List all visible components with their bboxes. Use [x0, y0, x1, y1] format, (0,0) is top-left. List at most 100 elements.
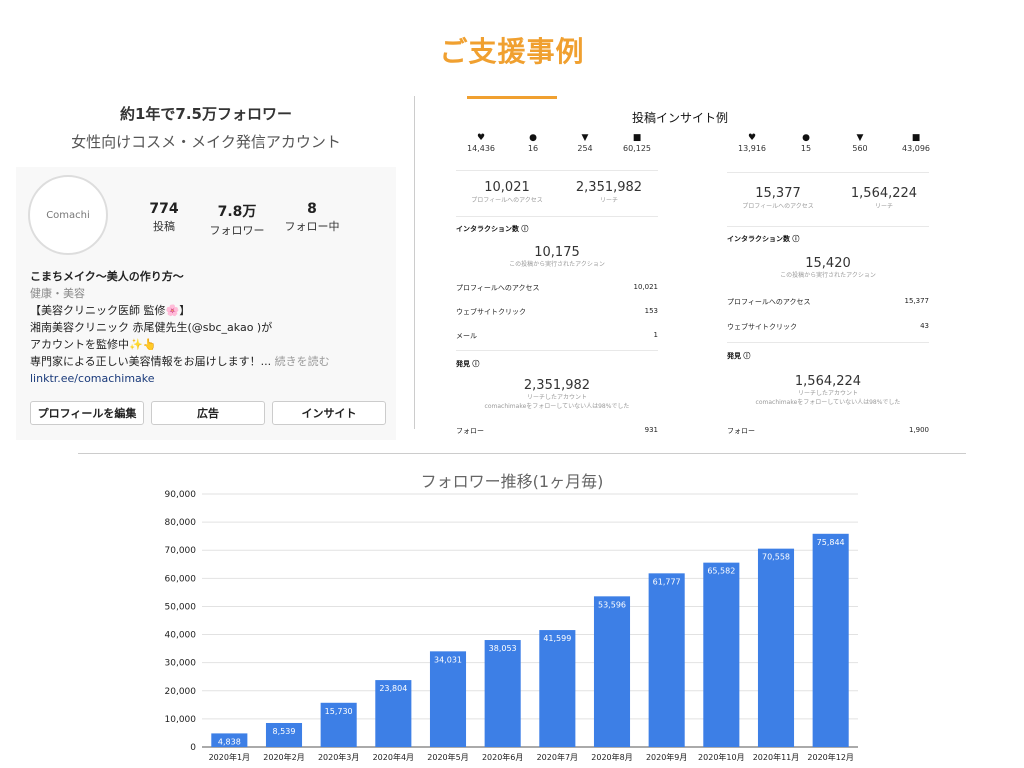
y-tick-label: 0	[190, 743, 196, 753]
insight-row: ウェブサイトクリック 153	[456, 307, 658, 317]
share-icon: ▼	[856, 133, 864, 143]
separator	[727, 226, 929, 227]
x-tick-label: 2020年8月	[591, 752, 632, 762]
y-tick-label: 20,000	[165, 687, 197, 697]
bio-line: アカウントを監修中✨👆	[30, 338, 157, 351]
row-value: 1,900	[908, 426, 929, 434]
ads-button[interactable]: 広告	[151, 401, 265, 425]
data-label: 70,558	[762, 553, 790, 562]
row-label: フォロー	[456, 427, 484, 435]
row-value: 43	[920, 322, 929, 330]
count-value: 43,096	[902, 144, 930, 153]
bar	[539, 630, 576, 747]
row-label: ウェブサイトクリック	[456, 308, 526, 316]
profile-link[interactable]: linktr.ee/comachimake	[30, 370, 390, 387]
discovery-note: comachimakeをフォローしていない人は98%でした	[484, 403, 630, 410]
bar	[429, 651, 467, 747]
reach-summary: 1,564,224 リーチ	[839, 186, 929, 210]
bar	[593, 596, 631, 747]
row-label: メール	[456, 332, 477, 340]
interaction-value: 10,175	[534, 245, 580, 260]
y-tick-label: 70,000	[165, 546, 197, 556]
shares-count: ▼ 254	[560, 132, 610, 153]
bar	[648, 573, 685, 747]
count-value: 14,436	[467, 144, 495, 153]
y-tick-label: 80,000	[165, 518, 197, 528]
stat-label: フォロー中	[284, 220, 340, 233]
data-label: 15,730	[325, 707, 353, 716]
discovery-label: リーチしたアカウント	[797, 390, 858, 397]
profile-access-summary: 10,021 プロフィールへのアクセス	[462, 180, 552, 204]
insight-panel-2: ♥ 13,916 ● 15 ▼ 560 ■ 43,096 15,377 プロフィ…	[727, 132, 930, 440]
bio-line: 湘南美容クリニック 赤尾健先生(@sbc_akao )が	[30, 321, 273, 334]
row-label: ウェブサイトクリック	[727, 323, 797, 331]
data-label: 65,582	[707, 567, 735, 576]
bar	[812, 533, 849, 747]
y-tick-label: 40,000	[165, 631, 197, 641]
x-tick-label: 2020年6月	[482, 752, 523, 762]
stat-value: 7.8万	[217, 204, 257, 220]
stat-posts[interactable]: 774 投稿	[129, 201, 199, 234]
insight-row: プロフィールへのアクセス 10,021	[456, 283, 658, 293]
comments-count: ● 16	[508, 132, 558, 153]
summary-label: リーチ	[599, 197, 618, 204]
y-tick-label: 60,000	[165, 574, 197, 584]
bookmark-icon: ■	[911, 133, 921, 143]
interaction-summary: 10,175 この投稿から実行されたアクション	[456, 245, 658, 269]
row-label: プロフィールへのアクセス	[456, 284, 540, 292]
discovery-summary: 1,564,224 リーチしたアカウント comachimakeをフォローしてい…	[727, 374, 929, 407]
read-more-link[interactable]: 続きを読む	[275, 355, 330, 368]
share-icon: ▼	[581, 133, 589, 143]
row-value: 15,377	[904, 297, 930, 305]
y-tick-label: 10,000	[165, 715, 197, 725]
likes-count: ♥ 14,436	[456, 132, 506, 153]
count-value: 15	[800, 144, 812, 153]
row-value: 153	[644, 307, 658, 315]
insight-row: プロフィールへのアクセス 15,377	[727, 297, 929, 307]
profile-access-summary: 15,377 プロフィールへのアクセス	[733, 186, 823, 210]
data-label: 8,539	[273, 727, 296, 736]
bookmark-icon: ■	[632, 133, 642, 143]
x-tick-label: 2020年9月	[646, 752, 687, 762]
page-title: ご支援事例	[439, 35, 585, 68]
likes-count: ♥ 13,916	[727, 132, 777, 153]
avatar[interactable]: Comachi	[28, 175, 108, 255]
summary-value: 10,021	[484, 180, 530, 195]
bar	[484, 640, 521, 747]
x-tick-label: 2020年10月	[698, 752, 745, 762]
summary-label: プロフィールへのアクセス	[742, 203, 814, 210]
x-tick-label: 2020年2月	[263, 752, 304, 762]
shares-count: ▼ 560	[835, 132, 885, 153]
interaction-summary: 15,420 この投稿から実行されたアクション	[727, 256, 929, 280]
y-tick-label: 30,000	[165, 659, 197, 669]
x-tick-label: 2020年11月	[753, 752, 800, 762]
discovery-value: 1,564,224	[794, 374, 862, 389]
engagement-counts: ♥ 13,916 ● 15 ▼ 560 ■ 43,096	[727, 132, 930, 162]
profile-card: Comachi 774 投稿 7.8万 フォロワー 8 フォロー中 こまちメイク…	[16, 167, 396, 440]
reach-summary: 2,351,982 リーチ	[564, 180, 654, 204]
insights-title: 投稿インサイト例	[632, 111, 729, 125]
discovery-summary: 2,351,982 リーチしたアカウント comachimakeをフォローしてい…	[456, 378, 658, 411]
insight-row: ウェブサイトクリック 43	[727, 322, 929, 332]
stat-followers[interactable]: 7.8万 フォロワー	[202, 201, 272, 238]
profile-bio: こまちメイク〜美人の作り方〜 健康・美容 【美容クリニック医師 監修🌸】 湘南美…	[30, 268, 390, 387]
stat-following[interactable]: 8 フォロー中	[277, 201, 347, 234]
summary-value: 1,564,224	[850, 186, 918, 201]
y-tick-label: 90,000	[165, 490, 197, 500]
edit-profile-button[interactable]: プロフィールを編集	[30, 401, 144, 425]
stat-label: フォロワー	[209, 224, 265, 237]
row-label: プロフィールへのアクセス	[727, 298, 811, 306]
data-label: 38,053	[489, 644, 517, 653]
case-subheadline: 女性向けコスメ・メイク発信アカウント	[71, 133, 341, 151]
count-value: 60,125	[623, 144, 651, 153]
title-underline	[467, 96, 557, 99]
comment-icon: ●	[802, 133, 810, 143]
interaction-value: 15,420	[805, 256, 851, 271]
discovery-value: 2,351,982	[523, 378, 591, 393]
summary-label: プロフィールへのアクセス	[471, 197, 543, 204]
insights-button[interactable]: インサイト	[272, 401, 386, 425]
summary-label: リーチ	[874, 203, 893, 210]
row-value: 10,021	[633, 283, 659, 291]
data-label: 23,804	[379, 684, 407, 693]
x-tick-label: 2020年3月	[318, 752, 359, 762]
